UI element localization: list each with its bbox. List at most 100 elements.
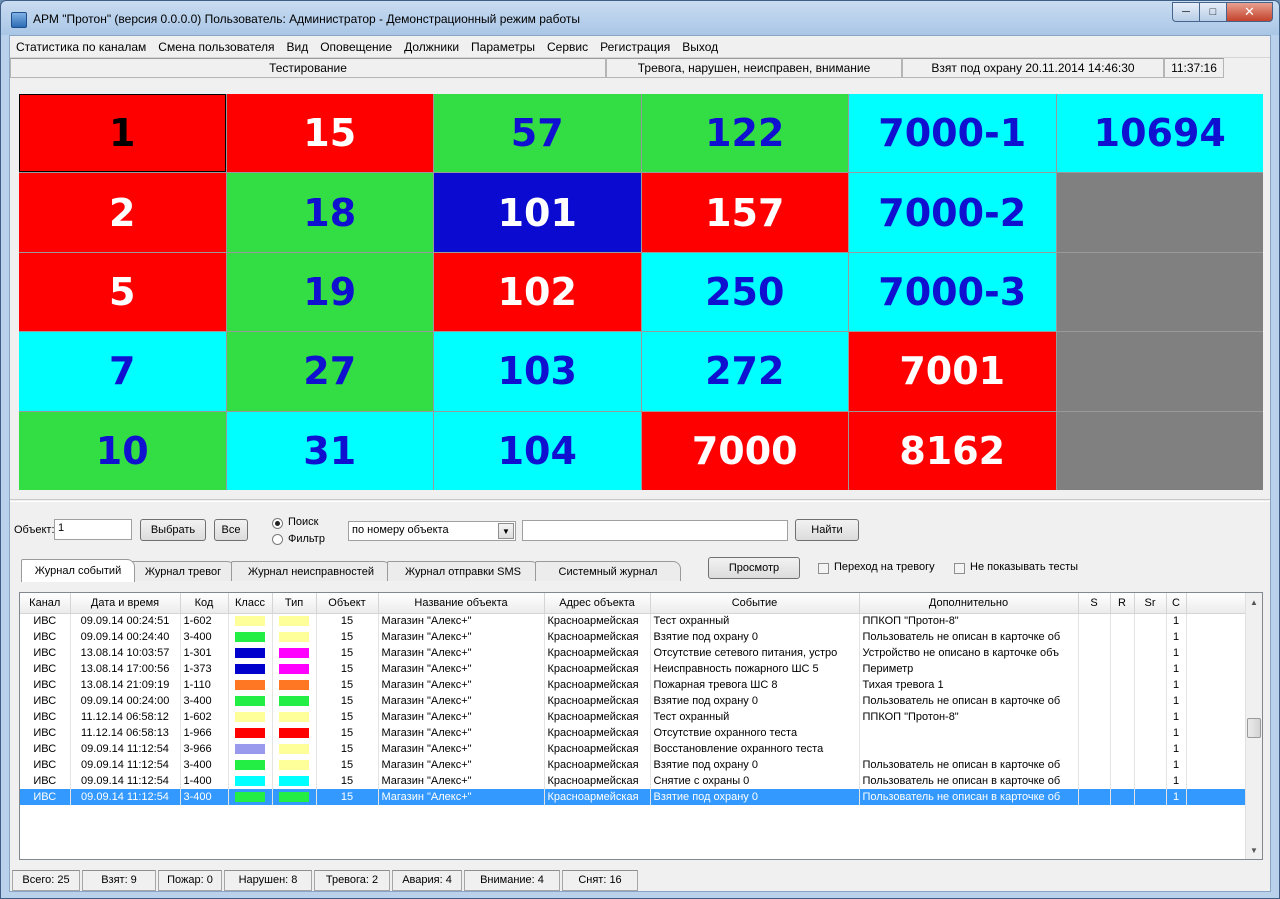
table-row[interactable]: ИВС 13.08.14 17:00:56 1-373 15 Магазин "Алек… (20, 661, 1247, 677)
object-cell[interactable]: 31 (226, 411, 433, 490)
cell-addr: Красноармейская (544, 709, 651, 725)
object-cell[interactable]: 272 (641, 332, 848, 411)
cell-c: 1 (1166, 677, 1187, 693)
table-row[interactable]: ИВС 11.12.14 06:58:12 1-602 15 Магазин "Алек… (20, 709, 1247, 725)
column-header[interactable]: Дополнительно (859, 593, 1079, 614)
object-cell[interactable]: 122 (641, 94, 848, 173)
view-button[interactable]: Просмотр (708, 557, 800, 579)
tab-faults[interactable]: Журнал неисправностей (231, 561, 391, 581)
object-cell[interactable]: 104 (434, 411, 641, 490)
column-header[interactable]: R (1110, 593, 1135, 614)
tab-sms[interactable]: Журнал отправки SMS (387, 561, 539, 581)
menu-item[interactable]: Оповещение (314, 40, 398, 54)
cell-extra: Тихая тревога 1 (859, 677, 1079, 693)
column-header[interactable]: Адрес объекта (544, 593, 651, 614)
cell-name: Магазин "Алекс+" (378, 677, 545, 693)
tab-events[interactable]: Журнал событий (21, 559, 135, 582)
table-row[interactable]: ИВС 09.09.14 11:12:54 3-966 15 Магазин "Алек… (20, 741, 1247, 757)
object-cell[interactable]: 10 (19, 411, 226, 490)
object-cell[interactable]: 157 (641, 173, 848, 252)
dropdown-arrow-icon[interactable]: ▼ (498, 523, 514, 539)
hide-tests-checkbox[interactable] (954, 563, 965, 574)
table-row[interactable]: ИВС 11.12.14 06:58:13 1-966 15 Магазин "Алек… (20, 725, 1247, 741)
menu-item[interactable]: Вид (281, 40, 315, 54)
cell-s (1078, 645, 1111, 661)
vertical-scrollbar[interactable]: ▲ ▼ (1245, 593, 1262, 859)
menu-item[interactable]: Параметры (465, 40, 541, 54)
object-cell[interactable]: 15 (226, 94, 433, 173)
menu-item[interactable]: Смена пользователя (152, 40, 280, 54)
maximize-button[interactable]: □ (1199, 2, 1226, 22)
object-cell[interactable]: 5 (19, 252, 226, 332)
table-row[interactable]: ИВС 09.09.14 11:12:54 1-400 15 Магазин "Алек… (20, 773, 1247, 789)
object-input[interactable]: 1 (54, 519, 132, 540)
column-header[interactable]: Событие (650, 593, 860, 614)
object-cell[interactable]: 102 (434, 252, 641, 332)
cell-typ (272, 725, 317, 741)
cell-date: 13.08.14 10:03:57 (70, 645, 181, 661)
scroll-up-icon[interactable]: ▲ (1246, 594, 1262, 610)
object-cell[interactable]: 7000-1 (849, 94, 1056, 173)
select-button[interactable]: Выбрать (140, 519, 206, 541)
table-row[interactable]: ИВС 09.09.14 00:24:51 1-602 15 Магазин "Алек… (20, 613, 1247, 629)
table-row[interactable]: ИВС 09.09.14 00:24:00 3-400 15 Магазин "Алек… (20, 693, 1247, 709)
close-button[interactable]: ✕ (1226, 2, 1273, 22)
search-input[interactable] (522, 520, 788, 541)
object-cell[interactable]: 7000 (641, 411, 848, 490)
cell-s (1078, 773, 1111, 789)
tab-alarms[interactable]: Журнал тревог (131, 561, 235, 581)
title-bar[interactable]: АРМ "Протон" (версия 0.0.0.0) Пользовате… (1, 1, 1279, 35)
object-cell[interactable]: 7000-3 (849, 252, 1056, 332)
scroll-down-icon[interactable]: ▼ (1246, 842, 1262, 858)
object-cell[interactable]: 18 (226, 173, 433, 252)
find-button[interactable]: Найти (795, 519, 859, 541)
splitter[interactable] (10, 499, 1270, 502)
column-header[interactable]: Тип (272, 593, 317, 614)
minimize-button[interactable]: ─ (1172, 2, 1199, 22)
table-row[interactable]: ИВС 13.08.14 10:03:57 1-301 15 Магазин "Алек… (20, 645, 1247, 661)
column-header[interactable]: Название объекта (378, 593, 545, 614)
object-cell[interactable]: 19 (226, 252, 433, 332)
column-header[interactable]: Код (180, 593, 229, 614)
table-row[interactable]: ИВС 09.09.14 11:12:54 3-400 15 Магазин "Алек… (20, 789, 1247, 805)
cell-obj: 15 (316, 773, 379, 789)
object-cell[interactable]: 57 (434, 94, 641, 173)
table-row[interactable]: ИВС 09.09.14 11:12:54 3-400 15 Магазин "Алек… (20, 757, 1247, 773)
menu-item[interactable]: Регистрация (594, 40, 676, 54)
search-mode-select[interactable]: по номеру объекта ▼ (348, 521, 516, 541)
table-row[interactable]: ИВС 13.08.14 21:09:19 1-110 15 Магазин "Алек… (20, 677, 1247, 693)
column-header[interactable]: Sr (1134, 593, 1167, 614)
column-header[interactable]: Канал (20, 593, 71, 614)
menu-item[interactable]: Выход (676, 40, 724, 54)
radio-search[interactable] (272, 518, 283, 529)
object-cell[interactable]: 101 (434, 173, 641, 252)
goto-alarm-checkbox[interactable] (818, 563, 829, 574)
cell-addr: Красноармейская (544, 741, 651, 757)
object-cell[interactable]: 27 (226, 332, 433, 411)
object-cell[interactable]: 103 (434, 332, 641, 411)
menu-item[interactable]: Сервис (541, 40, 594, 54)
cell-obj: 15 (316, 677, 379, 693)
cell-cls (228, 661, 273, 677)
cell-typ (272, 757, 317, 773)
object-cell[interactable]: 250 (641, 252, 848, 332)
object-cell[interactable]: 7001 (849, 332, 1056, 411)
object-cell[interactable]: 1 (19, 94, 226, 173)
column-header[interactable]: Объект (316, 593, 379, 614)
column-header[interactable]: C (1166, 593, 1187, 614)
object-cell[interactable]: 7000-2 (849, 173, 1056, 252)
table-row[interactable]: ИВС 09.09.14 00:24:40 3-400 15 Магазин "Алек… (20, 629, 1247, 645)
menu-item[interactable]: Должники (398, 40, 465, 54)
scrollbar-thumb[interactable] (1247, 718, 1261, 738)
tab-system[interactable]: Системный журнал (535, 561, 681, 581)
column-header[interactable]: S (1078, 593, 1111, 614)
object-cell[interactable]: 7 (19, 332, 226, 411)
menu-item[interactable]: Статистика по каналам (10, 40, 152, 54)
radio-filter[interactable] (272, 534, 283, 545)
column-header[interactable]: Класс (228, 593, 273, 614)
object-cell[interactable]: 8162 (849, 411, 1056, 490)
all-button[interactable]: Все (214, 519, 248, 541)
object-cell[interactable]: 2 (19, 173, 226, 252)
column-header[interactable]: Дата и время (70, 593, 181, 614)
object-cell[interactable]: 10694 (1056, 94, 1263, 173)
